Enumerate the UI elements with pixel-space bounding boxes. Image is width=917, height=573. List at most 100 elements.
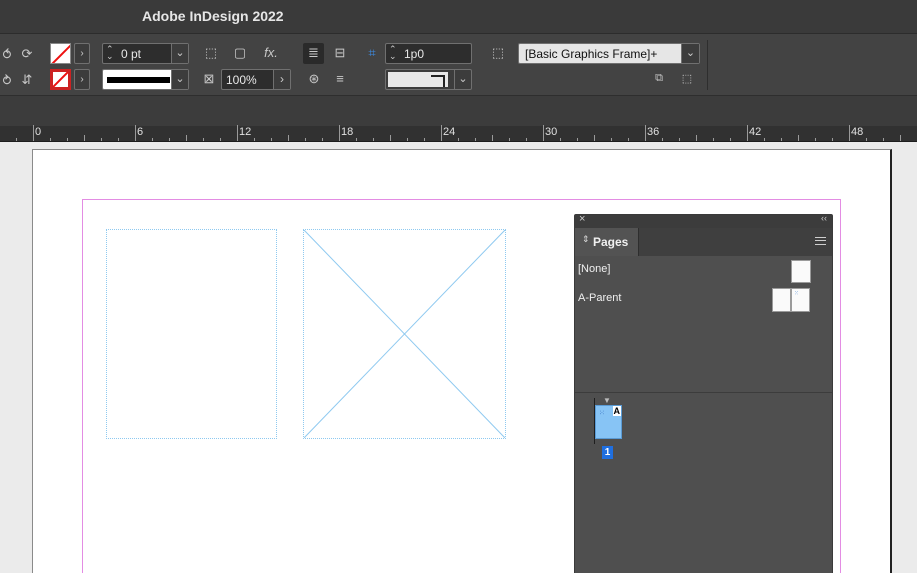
panel-header: × ‹‹	[575, 213, 832, 228]
chevron-right-icon: ›	[80, 74, 84, 85]
parent-a-right-thumbnail[interactable]: ⁙	[791, 288, 810, 312]
wrap-none-button[interactable]: ≣	[303, 43, 324, 64]
opacity-icon: ⊠	[203, 71, 215, 86]
ruler-label: 6	[137, 126, 144, 138]
horizontal-ruler[interactable]: 0 6 12 18 24 30 36 42 48	[0, 125, 917, 142]
wrap-bounding-icon[interactable]: ⊟	[332, 45, 348, 61]
corner-shape-preview	[388, 72, 448, 87]
chevron-down-icon[interactable]: ⌄	[454, 70, 471, 89]
panel-menu-icon[interactable]	[815, 237, 826, 245]
ruler-tick	[781, 138, 782, 141]
chevron-down-icon[interactable]: ⌄	[171, 44, 188, 63]
ruler-tick	[815, 138, 816, 141]
ruler-tick	[866, 138, 867, 141]
document-tab-strip	[0, 96, 917, 126]
ruler-tick	[67, 138, 68, 141]
ruler-tick	[118, 138, 119, 141]
none-swatch-icon	[51, 44, 70, 63]
select-content-icon[interactable]: ⇵	[17, 72, 37, 88]
ruler-tick	[237, 125, 238, 141]
stepper-icon[interactable]: ⌃ ⌄	[106, 45, 114, 61]
object-styles-icon[interactable]: ⬚	[490, 45, 506, 61]
ruler-tick	[475, 138, 476, 141]
ruler-tick	[339, 125, 340, 141]
ruler-tick	[458, 138, 459, 141]
pages-panel[interactable]: × ‹‹ ⇕ Pages [None] A-Parent ⁙ ▼ ⁙ A 1	[574, 213, 833, 573]
fitting-offset-field[interactable]: ⌃ ⌄ 1p0	[385, 43, 472, 64]
corner-options-icon[interactable]: ⬚	[203, 45, 219, 61]
parent-a-left-thumbnail[interactable]	[772, 288, 791, 312]
ruler-tick	[577, 138, 578, 141]
stroke-type-select[interactable]: ⌄	[102, 69, 189, 90]
ruler-tick	[628, 138, 629, 141]
ruler-label: 12	[239, 126, 252, 138]
close-icon[interactable]: ×	[579, 213, 585, 225]
collapse-icon[interactable]: ‹‹	[821, 213, 827, 223]
ruler-tick	[322, 138, 323, 141]
auto-fit-icon[interactable]: ⌗	[364, 45, 380, 61]
ruler-tick	[662, 138, 663, 141]
ruler-tick	[203, 138, 204, 141]
panel-divider	[575, 392, 832, 393]
fill-dropdown[interactable]: ›	[74, 43, 90, 64]
chevron-down-icon[interactable]: ⌄	[681, 44, 699, 63]
ruler-tick	[611, 138, 612, 141]
ruler-tick	[50, 138, 51, 141]
graphics-frame[interactable]	[303, 229, 506, 439]
ruler-tick	[594, 135, 595, 141]
ruler-tick	[696, 135, 697, 141]
ruler-tick	[186, 135, 187, 141]
ruler-tick	[543, 125, 544, 141]
tab-pages[interactable]: ⇕ Pages	[575, 228, 639, 256]
ruler-tick	[390, 135, 391, 141]
ruler-tick	[730, 138, 731, 141]
empty-text-frame[interactable]	[106, 229, 277, 439]
clear-attributes-icon[interactable]: ⬚	[678, 72, 696, 85]
ruler-tick	[135, 125, 136, 141]
ruler-tick	[84, 135, 85, 141]
ruler-tick	[713, 138, 714, 141]
stroke-dropdown[interactable]: ›	[74, 69, 90, 90]
ruler-tick	[254, 138, 255, 141]
clear-overrides-icon[interactable]: ⧉	[650, 72, 668, 85]
corner-shape-select[interactable]: ⌄	[385, 69, 472, 90]
object-style-select[interactable]: [Basic Graphics Frame]+ ⌄	[518, 43, 700, 64]
flip-horizontal-icon[interactable]: ⟳	[17, 46, 37, 62]
wrap-none-icon: ≣	[308, 45, 319, 60]
title-bar: Adobe InDesign 2022	[0, 0, 917, 34]
ruler-tick	[526, 138, 527, 141]
updown-arrows-icon: ⇕	[582, 234, 590, 244]
select-container-icon[interactable]: ⥁	[0, 73, 14, 89]
stroke-swatch[interactable]	[50, 69, 71, 90]
ruler-tick	[305, 138, 306, 141]
fill-swatch[interactable]	[50, 43, 71, 64]
ruler-label: 30	[545, 126, 558, 138]
drop-shadow-icon[interactable]: ▢	[232, 45, 248, 61]
opacity-field[interactable]: 100% ›	[221, 69, 291, 90]
stroke-weight-field[interactable]: ⌃ ⌄ 0 pt ⌄	[102, 43, 189, 64]
parent-none-thumbnail[interactable]	[791, 260, 811, 283]
indesign-window: Adobe InDesign 2022 ⥀ ⟳ ⥁ ⇵ › › ⌃ ⌄ 0 pt …	[0, 0, 917, 573]
content-dots-icon: ⁙	[794, 291, 800, 297]
ruler-tick	[407, 138, 408, 141]
parent-none[interactable]: [None]	[578, 263, 610, 275]
fitting-offset-value: 1p0	[404, 47, 425, 61]
ruler-tick	[101, 138, 102, 141]
page-parent-prefix: A	[612, 406, 621, 416]
effects-icon[interactable]: fx.	[262, 45, 280, 60]
stroke-line-preview	[107, 77, 170, 83]
page-1-thumbnail[interactable]: ⁙ A	[595, 405, 622, 439]
ruler-tick	[764, 138, 765, 141]
chevron-down-icon[interactable]: ⌄	[171, 70, 188, 89]
wrap-jump-icon[interactable]: ≡	[332, 71, 348, 86]
chevron-right-icon[interactable]: ›	[273, 70, 290, 89]
rotate-icon[interactable]: ⥀	[0, 47, 14, 63]
ruler-tick	[356, 138, 357, 141]
corner-shape-icon	[431, 75, 445, 87]
parent-a[interactable]: A-Parent	[578, 292, 621, 304]
wrap-shape-icon[interactable]: ⊛	[306, 71, 322, 87]
ruler-tick	[271, 138, 272, 141]
stepper-icon[interactable]: ⌃ ⌄	[389, 45, 397, 61]
ruler-tick	[169, 138, 170, 141]
ruler-label: 24	[443, 126, 456, 138]
